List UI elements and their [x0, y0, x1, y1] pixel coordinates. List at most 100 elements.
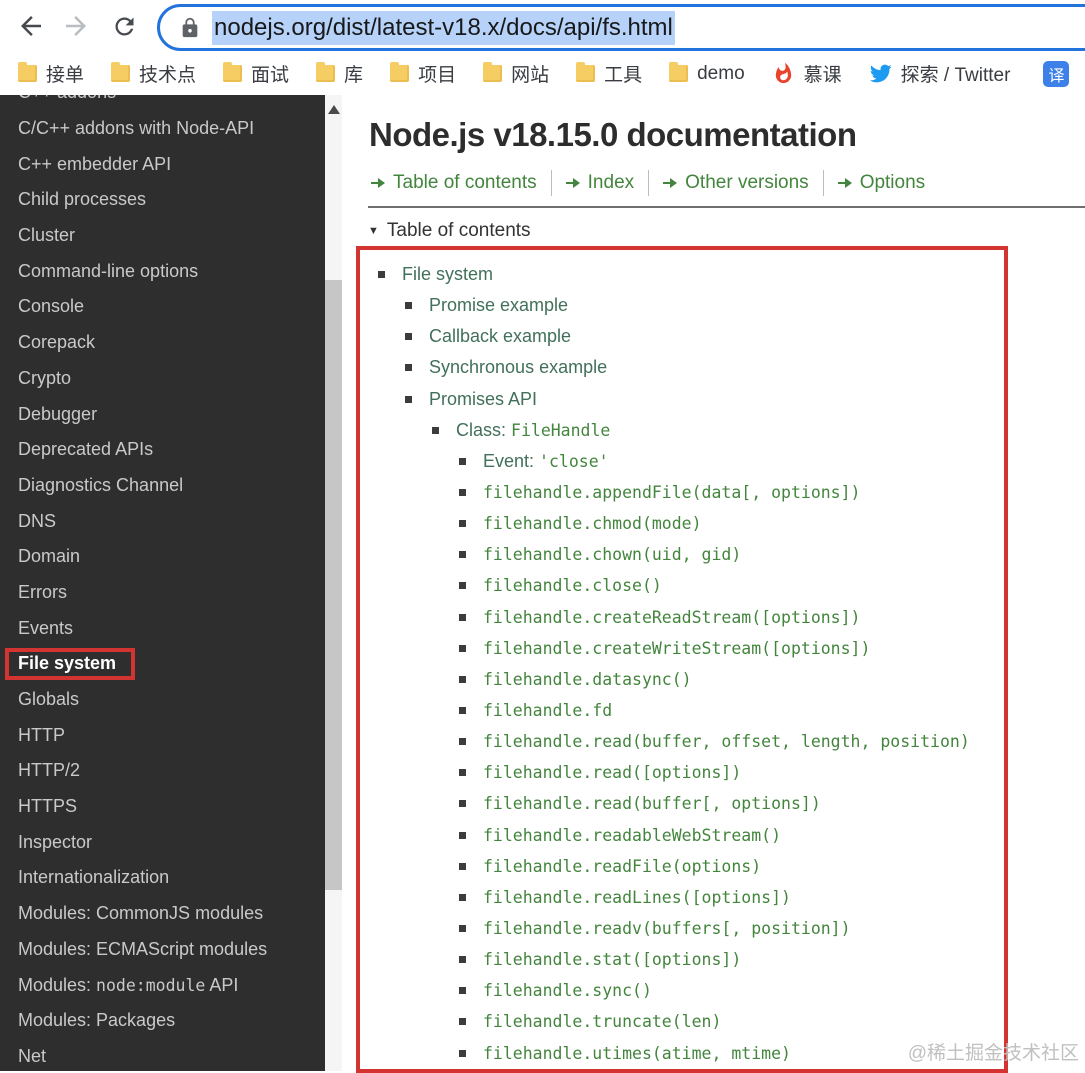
sidebar-item-diagnostics-channel[interactable]: Diagnostics Channel — [0, 468, 325, 504]
bookmark-item[interactable]: 项目 — [390, 60, 456, 87]
forward-button[interactable] — [61, 11, 91, 41]
bullet-icon — [405, 333, 412, 341]
toc-item[interactable]: filehandle.readFile(options) — [378, 851, 1004, 882]
bookmark-item[interactable]: 库 — [316, 60, 363, 87]
toc-item[interactable]: filehandle.datasync() — [378, 664, 1004, 695]
toc-item[interactable]: filehandle.chmod(mode) — [378, 508, 1004, 539]
bookmark-item[interactable]: 探索 / Twitter — [869, 60, 1010, 87]
reload-button[interactable] — [111, 13, 138, 40]
toc-item[interactable]: filehandle.truncate(len) — [378, 1006, 1004, 1037]
sidebar-item-label: Cluster — [18, 225, 76, 246]
address-bar[interactable]: nodejs.org/dist/latest-v18.x/docs/api/fs… — [157, 4, 1085, 51]
toc-item[interactable]: Callback example — [378, 321, 1004, 352]
toc-item[interactable]: filehandle.sync() — [378, 975, 1004, 1006]
sidebar-item-http-2[interactable]: HTTP/2 — [0, 753, 325, 789]
toc-item[interactable]: Promises API — [378, 384, 1004, 415]
toc-item[interactable]: filehandle.createReadStream([options]) — [378, 602, 1004, 633]
bookmark-item[interactable]: 接单 — [18, 60, 84, 87]
sidebar-item-file-system[interactable]: File system — [0, 646, 325, 682]
nav-link-options[interactable]: Options — [837, 172, 925, 194]
sidebar-item-c-c-addons-with-node-api[interactable]: C/C++ addons with Node-API — [0, 111, 325, 147]
toc-item[interactable]: filehandle.readv(buffers[, position]) — [378, 913, 1004, 944]
toc-item-code: filehandle.datasync() — [483, 669, 692, 689]
folder-icon — [669, 62, 689, 82]
sidebar-item-command-line-options[interactable]: Command-line options — [0, 253, 325, 289]
sidebar-item-child-processes[interactable]: Child processes — [0, 182, 325, 218]
toc-item[interactable]: Class: FileHandle — [378, 415, 1004, 446]
toc-item[interactable]: filehandle.createWriteStream([options]) — [378, 633, 1004, 664]
sidebar-item-c-addons[interactable]: C++ addons — [0, 95, 325, 111]
folder-icon — [111, 62, 131, 82]
nav-link-table-of-contents[interactable]: Table of contents — [371, 172, 537, 194]
bullet-icon — [459, 520, 466, 528]
nav-link-index[interactable]: Index — [565, 172, 634, 194]
toc-item[interactable]: filehandle.stat([options]) — [378, 944, 1004, 975]
toc-heading[interactable]: ▼ Table of contents — [368, 220, 531, 242]
sidebar-item-http[interactable]: HTTP — [0, 717, 325, 753]
toc-item[interactable]: filehandle.readLines([options]) — [378, 882, 1004, 913]
bookmark-item[interactable]: 技术点 — [111, 60, 196, 87]
toc-item[interactable]: filehandle.appendFile(data[, options]) — [378, 477, 1004, 508]
sidebar-item-globals[interactable]: Globals — [0, 682, 325, 718]
toc-item[interactable]: Promise example — [378, 290, 1004, 321]
toc-item[interactable]: filehandle.read(buffer[, options]) — [378, 788, 1004, 819]
bullet-icon — [459, 489, 466, 497]
translate-icon: 译 — [1043, 60, 1070, 87]
back-arrow-icon — [21, 16, 41, 36]
bookmark-label: demo — [697, 62, 745, 84]
bookmark-item[interactable]: 网站 — [483, 60, 549, 87]
sidebar-item-modules-node-module-api[interactable]: Modules: node:module API — [0, 967, 325, 1003]
toc-item[interactable]: Event: 'close' — [378, 446, 1004, 477]
toc-item-code: filehandle.read([options]) — [483, 763, 742, 783]
toc-item[interactable]: filehandle.read(buffer, offset, length, … — [378, 726, 1004, 757]
toc-item[interactable]: filehandle.readableWebStream() — [378, 820, 1004, 851]
bookmark-item[interactable]: 面试 — [223, 60, 289, 87]
sidebar-item-cluster[interactable]: Cluster — [0, 218, 325, 254]
bookmark-item[interactable]: 工具 — [576, 60, 642, 87]
sidebar-item-console[interactable]: Console — [0, 289, 325, 325]
sidebar-item-c-embedder-api[interactable]: C++ embedder API — [0, 146, 325, 182]
sidebar-item-errors[interactable]: Errors — [0, 575, 325, 611]
sidebar-item-inspector[interactable]: Inspector — [0, 824, 325, 860]
toc-item[interactable]: filehandle.read([options]) — [378, 757, 1004, 788]
sidebar-item-modules-packages[interactable]: Modules: Packages — [0, 1003, 325, 1039]
sidebar-item-modules-ecmascript-modules[interactable]: Modules: ECMAScript modules — [0, 932, 325, 968]
bullet-icon — [459, 831, 466, 839]
sidebar-item-https[interactable]: HTTPS — [0, 789, 325, 825]
toc-item[interactable]: filehandle.chown(uid, gid) — [378, 539, 1004, 570]
bookmark-translate[interactable]: 译 — [1043, 60, 1070, 87]
bullet-icon — [459, 738, 466, 746]
sidebar-item-label: C++ embedder API — [18, 153, 172, 174]
sidebar-item-domain[interactable]: Domain — [0, 539, 325, 575]
toc-item-code: filehandle.readLines([options]) — [483, 887, 791, 907]
sidebar-item-debugger[interactable]: Debugger — [0, 396, 325, 432]
sidebar-item-deprecated-apis[interactable]: Deprecated APIs — [0, 432, 325, 468]
toc-item-code: filehandle.read(buffer[, options]) — [483, 794, 821, 814]
sidebar-item-crypto[interactable]: Crypto — [0, 361, 325, 397]
bookmark-label: 技术点 — [139, 65, 197, 86]
url-text[interactable]: nodejs.org/dist/latest-v18.x/docs/api/fs… — [212, 10, 675, 45]
toc-item[interactable]: filehandle.close() — [378, 570, 1004, 601]
reload-icon — [115, 17, 134, 36]
lock-icon — [182, 17, 198, 37]
nav-link-other-versions[interactable]: Other versions — [663, 172, 809, 194]
arrow-right-icon — [572, 178, 580, 188]
sidebar-item-modules-commonjs-modules[interactable]: Modules: CommonJS modules — [0, 896, 325, 932]
folder-icon — [576, 62, 596, 82]
sidebar-item-internationalization[interactable]: Internationalization — [0, 860, 325, 896]
sidebar-item-net[interactable]: Net — [0, 1039, 325, 1071]
bookmark-item[interactable]: demo — [669, 62, 745, 85]
toc-item[interactable]: File system — [378, 259, 1004, 290]
sidebar-scrollbar-thumb[interactable] — [325, 280, 342, 890]
back-button[interactable] — [16, 11, 46, 41]
sidebar-item-events[interactable]: Events — [0, 610, 325, 646]
toc-item[interactable]: filehandle.fd — [378, 695, 1004, 726]
sidebar-item-dns[interactable]: DNS — [0, 503, 325, 539]
scroll-up-arrow-icon[interactable] — [328, 105, 340, 114]
toc-item-code: filehandle.fd — [483, 701, 613, 721]
sidebar-item-label: Child processes — [18, 189, 147, 210]
sidebar-item-corepack[interactable]: Corepack — [0, 325, 325, 361]
toc-item[interactable]: Synchronous example — [378, 352, 1004, 383]
bookmark-item[interactable]: 慕课 — [772, 60, 842, 87]
forward-arrow-icon — [66, 16, 86, 36]
